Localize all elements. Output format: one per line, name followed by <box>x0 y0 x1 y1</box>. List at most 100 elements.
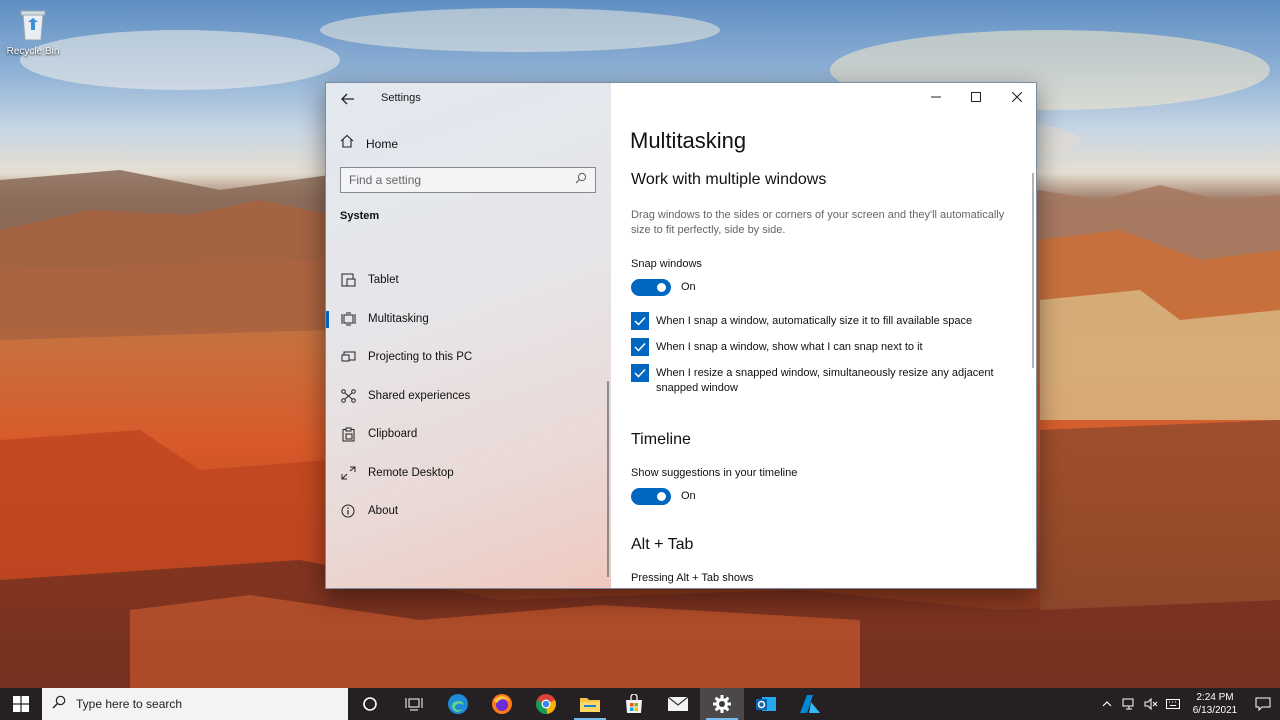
snap-option-row: When I snap a window, show what I can sn… <box>631 338 1016 356</box>
sidebar-item-label: Tablet <box>368 274 399 287</box>
sidebar-scrollbar[interactable] <box>607 381 609 577</box>
home-label: Home <box>366 136 399 151</box>
minimize-icon <box>931 96 941 98</box>
content-scrollbar[interactable] <box>1032 173 1034 368</box>
back-button[interactable] <box>338 89 358 109</box>
mail-icon <box>667 696 689 711</box>
sidebar-item-clipboard[interactable]: Clipboard <box>326 415 611 454</box>
notification-icon <box>1255 697 1271 711</box>
checkmark-icon <box>634 368 646 378</box>
snap-windows-label: Snap windows <box>631 258 702 270</box>
sidebar-item-about[interactable]: About <box>326 492 611 531</box>
multitasking-icon <box>340 311 356 327</box>
sidebar-item-tablet[interactable]: Tablet <box>326 261 611 300</box>
system-tray: 2:24 PM 6/13/2021 <box>1096 688 1280 720</box>
search-icon <box>52 695 66 714</box>
snap-option-row: When I snap a window, automatically size… <box>631 312 1016 330</box>
settings-taskbar-button[interactable] <box>700 688 744 720</box>
timeline-suggestions-state: On <box>681 490 696 502</box>
azure-taskbar-button[interactable] <box>788 688 832 720</box>
snap-assist-label: When I snap a window, show what I can sn… <box>656 341 923 353</box>
chrome-taskbar-button[interactable] <box>524 688 568 720</box>
store-icon <box>626 694 642 713</box>
task-view-button[interactable] <box>392 688 436 720</box>
edge-icon <box>448 694 468 714</box>
alt-tab-label: Pressing Alt + Tab shows <box>631 572 754 584</box>
settings-sidebar: Settings Home System Tablet <box>326 83 611 588</box>
outlook-icon <box>756 697 776 711</box>
clock-date: 6/13/2021 <box>1192 705 1238 716</box>
snap-assist-checkbox[interactable] <box>631 338 649 356</box>
projecting-icon <box>340 349 356 365</box>
sidebar-item-label: Shared experiences <box>368 389 471 402</box>
snap-resize-adjacent-label: When I resize a snapped window, simultan… <box>656 367 994 394</box>
windows-logo-icon <box>13 696 29 712</box>
sidebar-section-system: System <box>340 210 380 222</box>
snap-fill-space-checkbox[interactable] <box>631 312 649 330</box>
work-with-windows-heading: Work with multiple windows <box>631 171 827 188</box>
folder-icon <box>580 698 600 712</box>
window-title: Settings <box>381 92 421 104</box>
sidebar-item-label: Multitasking <box>368 312 429 325</box>
back-arrow-icon <box>341 93 354 105</box>
network-icon <box>1122 698 1134 710</box>
network-button[interactable] <box>1118 688 1140 720</box>
taskbar-search-box[interactable]: Type here to search <box>42 688 348 720</box>
volume-muted-icon <box>1144 698 1158 710</box>
taskbar: Type here to search 2:24 PM 6/13/2021 <box>0 688 1280 720</box>
search-icon[interactable] <box>575 171 587 189</box>
snap-windows-state: On <box>681 281 696 293</box>
sidebar-item-projecting[interactable]: Projecting to this PC <box>326 338 611 377</box>
sidebar-item-label: Projecting to this PC <box>368 351 473 364</box>
action-center-button[interactable] <box>1246 688 1280 720</box>
clock-time: 2:24 PM <box>1196 692 1234 703</box>
chrome-icon <box>536 694 556 715</box>
sidebar-item-shared-experiences[interactable]: Shared experiences <box>326 377 611 416</box>
edge-taskbar-button[interactable] <box>436 688 480 720</box>
taskbar-clock[interactable]: 2:24 PM 6/13/2021 <box>1184 691 1246 717</box>
keyboard-icon <box>1166 699 1180 709</box>
sidebar-item-label: About <box>368 505 399 518</box>
page-title: Multitasking <box>630 128 747 153</box>
settings-window: Settings Home System Tablet <box>325 82 1037 589</box>
sidebar-item-remote-desktop[interactable]: Remote Desktop <box>326 454 611 493</box>
file-explorer-taskbar-button[interactable] <box>568 688 612 720</box>
task-view-icon <box>405 698 423 711</box>
clipboard-icon <box>340 426 356 442</box>
sidebar-nav: Tablet Multitasking Projecting to this P… <box>326 261 611 531</box>
settings-content: Multitasking Work with multiple windows … <box>611 83 1036 588</box>
close-icon <box>1012 92 1022 102</box>
firefox-taskbar-button[interactable] <box>480 688 524 720</box>
keyboard-button[interactable] <box>1162 688 1184 720</box>
snap-resize-adjacent-checkbox[interactable] <box>631 364 649 382</box>
minimize-button[interactable] <box>916 83 956 111</box>
store-taskbar-button[interactable] <box>612 688 656 720</box>
find-setting-search <box>340 167 596 193</box>
cortana-button[interactable] <box>348 688 392 720</box>
snap-windows-toggle[interactable] <box>631 279 671 296</box>
sidebar-item-multitasking[interactable]: Multitasking <box>326 300 611 339</box>
find-setting-input[interactable] <box>349 173 559 187</box>
maximize-button[interactable] <box>956 83 996 111</box>
recycle-bin-icon <box>18 8 48 42</box>
tablet-icon <box>340 272 356 288</box>
timeline-heading: Timeline <box>631 431 691 448</box>
volume-button[interactable] <box>1140 688 1162 720</box>
show-hidden-icons-button[interactable] <box>1096 688 1118 720</box>
home-icon <box>340 134 354 153</box>
timeline-suggestions-toggle[interactable] <box>631 488 671 505</box>
snap-option-row: When I resize a snapped window, simultan… <box>631 364 1016 395</box>
cortana-icon <box>363 697 377 711</box>
start-button[interactable] <box>0 688 42 720</box>
taskbar-search-placeholder: Type here to search <box>76 697 183 711</box>
info-icon <box>340 503 356 519</box>
remote-desktop-icon <box>340 465 356 481</box>
maximize-icon <box>971 92 981 102</box>
alt-tab-heading: Alt + Tab <box>631 536 694 553</box>
mail-taskbar-button[interactable] <box>656 688 700 720</box>
outlook-taskbar-button[interactable] <box>744 688 788 720</box>
home-nav-item[interactable]: Home <box>340 134 398 153</box>
close-button[interactable] <box>997 83 1036 111</box>
work-with-windows-description: Drag windows to the sides or corners of … <box>631 209 1005 236</box>
recycle-bin-desktop-icon[interactable]: Recycle Bin <box>4 8 62 57</box>
